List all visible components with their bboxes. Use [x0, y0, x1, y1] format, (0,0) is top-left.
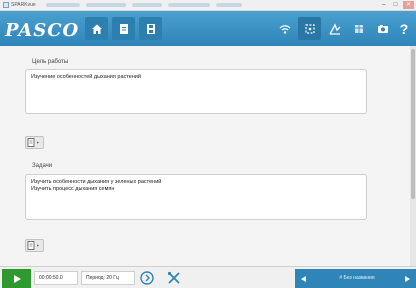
- arrow-left-icon: [301, 275, 306, 282]
- arrow-right-icon: [405, 275, 410, 282]
- title-bar-tab[interactable]: [46, 3, 80, 7]
- sampling-options-button[interactable]: [139, 270, 155, 286]
- title-bar-tab[interactable]: [132, 3, 162, 7]
- elapsed-time-display: 00:00:50.0: [34, 271, 78, 285]
- next-page-button[interactable]: [398, 269, 416, 288]
- insert-template-button[interactable]: [25, 239, 44, 252]
- scrollbar-thumb[interactable]: [411, 49, 415, 199]
- save-icon: [146, 23, 155, 34]
- window-title-bar: SPARKvue – □ ✕: [0, 0, 416, 11]
- tools-button[interactable]: [166, 270, 182, 286]
- control-bar: 00:00:50.0 Период: 20 Гц # Без названия: [0, 266, 416, 288]
- main-toolbar: PASCO ?: [0, 11, 416, 46]
- journal-page: Цель работы Изучение особенностей дыхани…: [0, 46, 416, 266]
- page-navigation: # Без названия: [295, 269, 416, 288]
- tasks-textbox[interactable]: Изучить особенности дыхания у зеленых ра…: [25, 174, 367, 220]
- insert-template-button[interactable]: [25, 136, 44, 149]
- help-button[interactable]: ?: [395, 17, 413, 40]
- home-button[interactable]: [85, 17, 108, 40]
- wireless-icon: [279, 24, 290, 34]
- goal-label: Цель работы: [32, 59, 69, 65]
- vertical-scrollbar[interactable]: [410, 46, 416, 266]
- journal-icon: [119, 23, 128, 34]
- save-button[interactable]: [139, 17, 162, 40]
- goal-textbox[interactable]: Изучение особенностей дыхания растений: [25, 69, 367, 114]
- analysis-icon: [328, 22, 340, 35]
- insert-template-icon: [27, 138, 39, 147]
- minimize-button[interactable]: –: [378, 1, 389, 9]
- tasks-label: Задачи: [32, 163, 53, 169]
- camera-button[interactable]: [371, 17, 394, 40]
- sensor-data-icon: [304, 23, 315, 34]
- camera-icon: [377, 24, 388, 33]
- title-bar-tab[interactable]: [216, 3, 242, 7]
- app-icon: [3, 2, 9, 8]
- maximize-button[interactable]: □: [390, 1, 401, 9]
- title-bar-tab[interactable]: [86, 3, 126, 7]
- previous-page-button[interactable]: [295, 269, 313, 288]
- close-window-button[interactable]: ✕: [403, 1, 414, 9]
- home-icon: [91, 24, 102, 34]
- insert-template-icon: [27, 241, 39, 250]
- table-icon: [354, 24, 363, 33]
- table-button[interactable]: [347, 17, 370, 40]
- sample-rate-field[interactable]: Период: 20 Гц: [81, 271, 135, 285]
- analysis-button[interactable]: [323, 17, 346, 40]
- goal-line: Изучение особенностей дыхания растений: [31, 74, 141, 80]
- play-icon: [13, 274, 21, 283]
- window-title: SPARKvue: [11, 2, 36, 8]
- sampling-options-icon: [140, 271, 154, 285]
- tools-icon: [167, 271, 180, 284]
- task-line: Изучить процесс дыхания семян: [31, 186, 115, 192]
- play-button[interactable]: [2, 269, 31, 288]
- sensor-data-button[interactable]: [298, 17, 321, 40]
- task-line: Изучить особенности дыхания у зеленых ра…: [31, 179, 162, 185]
- pasco-logo: PASCO: [5, 20, 80, 41]
- page-name[interactable]: # Без названия: [317, 269, 397, 288]
- journal-button[interactable]: [112, 17, 135, 40]
- title-bar-tab[interactable]: [168, 3, 210, 7]
- wireless-button[interactable]: [273, 17, 296, 40]
